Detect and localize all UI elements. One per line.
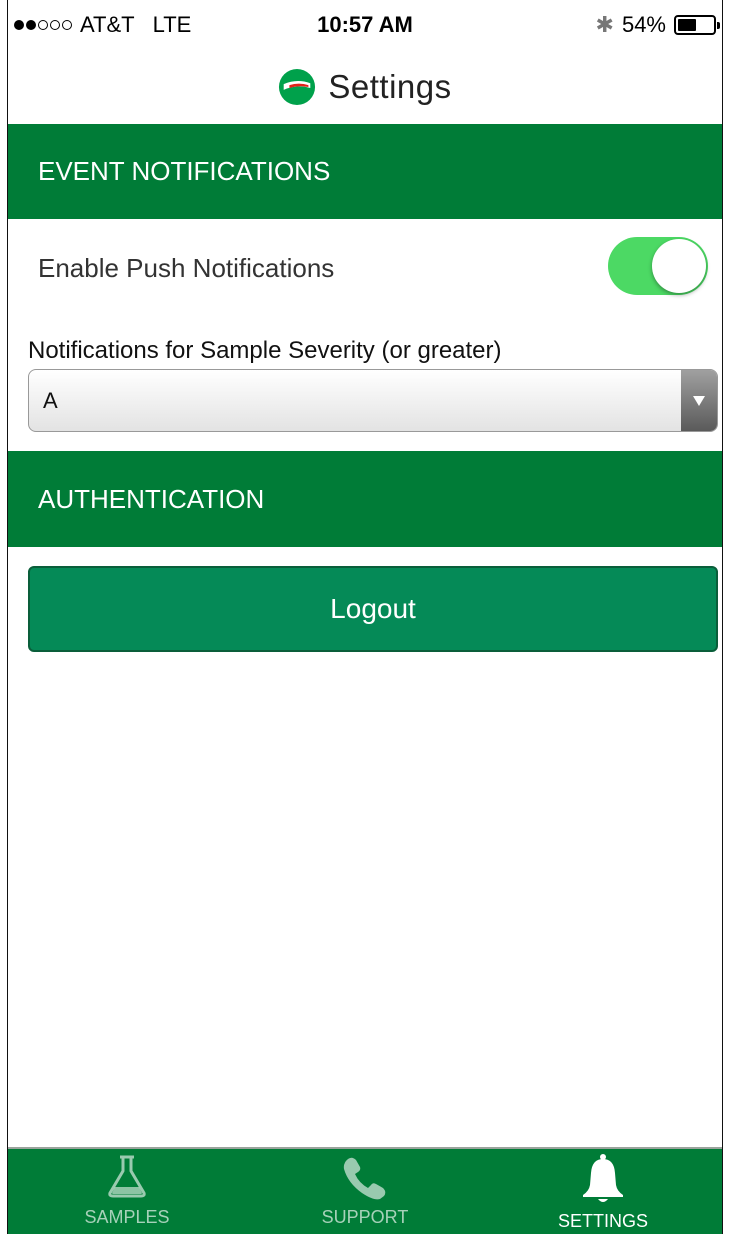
- status-bar: AT&T LTE 10:57 AM ✱ 54%: [8, 0, 722, 50]
- tab-bar: SAMPLES SUPPORT SETTINGS: [8, 1147, 722, 1234]
- section-title: AUTHENTICATION: [38, 483, 265, 514]
- tab-samples[interactable]: SAMPLES: [8, 1149, 246, 1234]
- battery-fill: [678, 19, 696, 31]
- tab-settings[interactable]: SETTINGS: [484, 1149, 722, 1234]
- app-screen: AT&T LTE 10:57 AM ✱ 54% Settings EVENT N…: [7, 0, 723, 1234]
- tab-label: SAMPLES: [84, 1207, 170, 1227]
- bluetooth-icon: ✱: [595, 12, 614, 37]
- severity-select[interactable]: A: [28, 369, 718, 432]
- nav-header: Settings: [8, 50, 722, 124]
- push-notifications-label: Enable Push Notifications: [38, 253, 335, 283]
- battery-cap: [717, 22, 720, 29]
- battery-icon: [674, 15, 720, 35]
- select-arrow: [681, 370, 717, 431]
- section-title: EVENT NOTIFICATIONS: [38, 156, 331, 186]
- chevron-down-icon: [693, 395, 705, 406]
- logout-button[interactable]: Logout: [28, 566, 718, 652]
- page-title: Settings: [328, 68, 452, 105]
- section-header-event-notifications: EVENT NOTIFICATIONS: [8, 124, 722, 219]
- logout-label: Logout: [330, 593, 416, 624]
- severity-selected-value: A: [43, 388, 58, 413]
- push-notifications-toggle[interactable]: [608, 237, 708, 295]
- severity-label: Notifications for Sample Severity (or gr…: [28, 337, 502, 364]
- battery-percent: 54%: [621, 12, 666, 37]
- tab-label: SETTINGS: [557, 1211, 648, 1231]
- bell-icon: [583, 1154, 623, 1202]
- tab-support[interactable]: SUPPORT: [246, 1149, 484, 1234]
- toggle-knob: [652, 239, 706, 293]
- section-header-authentication: AUTHENTICATION: [8, 451, 722, 547]
- flask-icon: [108, 1155, 146, 1198]
- castrol-logo-icon: [279, 68, 316, 106]
- status-right: ✱ 54%: [595, 12, 720, 38]
- tab-label: SUPPORT: [321, 1207, 409, 1227]
- phone-icon: [343, 1157, 386, 1200]
